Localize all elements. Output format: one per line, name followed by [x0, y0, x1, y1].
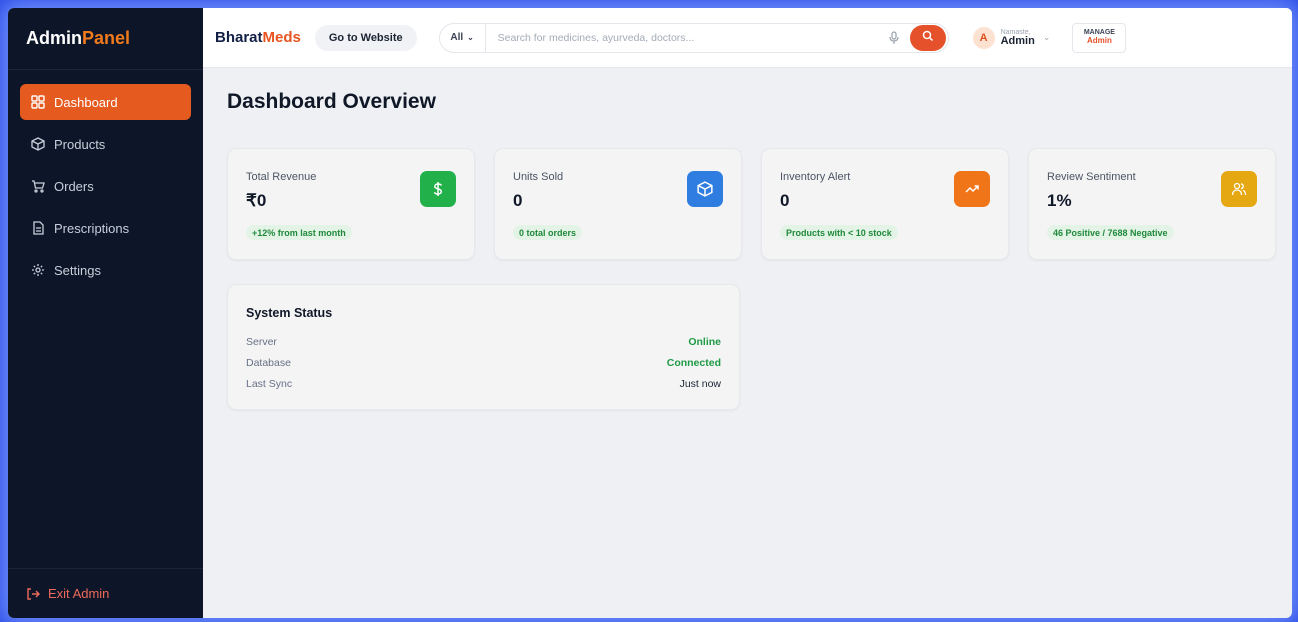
exit-admin-label: Exit Admin [48, 586, 110, 601]
stat-card-inventory-alert: Inventory Alert 0 Products with < 10 sto… [761, 148, 1009, 260]
users-icon [1221, 171, 1257, 207]
brand-main: Bharat [215, 29, 263, 46]
chevron-down-icon: ⌄ [467, 33, 474, 42]
logout-icon [26, 587, 40, 601]
system-status-title: System Status [246, 306, 333, 320]
chevron-down-icon: ⌄ [1042, 32, 1051, 42]
trend-up-icon [954, 171, 990, 207]
status-key: Last Sync [246, 378, 293, 390]
stat-label: Inventory Alert [780, 171, 851, 183]
stat-card-revenue: Total Revenue ₹0 +12% from last month [227, 148, 475, 260]
manage-admin-label: Admin [1086, 35, 1112, 45]
sidebar-item-label: Dashboard [54, 94, 118, 110]
brand-main: Admin [26, 28, 82, 48]
avatar: A [972, 26, 995, 49]
cart-icon [30, 178, 46, 194]
stat-value: 0 [513, 191, 523, 210]
status-value: Online [688, 336, 721, 348]
grid-icon [30, 94, 46, 110]
page-title: Dashboard Overview [227, 90, 436, 113]
sidebar-item-prescriptions[interactable]: Prescriptions [20, 210, 191, 246]
status-row-server: Server Online [246, 336, 721, 350]
sidebar-item-products[interactable]: Products [20, 126, 191, 162]
microphone-icon[interactable] [884, 30, 904, 45]
box-icon [687, 171, 723, 207]
app-window: Admin Panel Dashboard Products Orders Pr… [8, 8, 1292, 618]
stat-badge: 0 total orders [513, 225, 583, 240]
sidebar-item-dashboard[interactable]: Dashboard [20, 84, 191, 120]
stat-label: Units Sold [513, 171, 564, 183]
document-icon [30, 220, 46, 236]
status-row-database: Database Connected [246, 357, 721, 371]
stat-card-review-sentiment: Review Sentiment 1% 46 Positive / 7688 N… [1028, 148, 1276, 260]
stat-badge: +12% from last month [246, 225, 352, 240]
stat-label: Review Sentiment [1047, 171, 1136, 183]
user-menu[interactable]: A Namaste, Admin ⌄ [972, 26, 1051, 49]
sidebar-item-label: Products [54, 136, 106, 152]
status-key: Server [246, 336, 277, 348]
search-category-select[interactable]: All ⌄ [440, 23, 486, 52]
system-status-card: System Status Server Online Database Con… [227, 284, 740, 410]
sidebar-item-label: Prescriptions [54, 220, 130, 236]
bharatmeds-logo[interactable]: BharatMeds [215, 29, 301, 46]
sidebar: Admin Panel Dashboard Products Orders Pr… [8, 8, 203, 618]
manage-admin-button[interactable]: MANAGE Admin [1072, 22, 1127, 53]
sidebar-item-orders[interactable]: Orders [20, 168, 191, 204]
stat-badge: 46 Positive / 7688 Negative [1047, 225, 1174, 240]
dollar-icon [420, 171, 456, 207]
sidebar-nav: Dashboard Products Orders Prescriptions [8, 70, 203, 288]
search-bar: All ⌄ [438, 22, 949, 53]
sidebar-item-settings[interactable]: Settings [20, 252, 191, 288]
user-name: Admin [1000, 34, 1035, 47]
stat-card-units-sold: Units Sold 0 0 total orders [494, 148, 742, 260]
brand-accent: Panel [82, 28, 131, 48]
stat-value: ₹0 [246, 191, 267, 210]
stat-label: Total Revenue [246, 171, 317, 183]
main-content: Dashboard Overview Total Revenue ₹0 +12%… [203, 68, 1292, 618]
sidebar-item-label: Settings [54, 262, 101, 278]
search-button[interactable] [909, 24, 946, 51]
search-category-label: All [450, 32, 464, 43]
top-bar: BharatMeds Go to Website All ⌄ A Namaste… [203, 8, 1292, 68]
search-input[interactable] [485, 31, 884, 44]
user-info: Namaste, Admin [1001, 29, 1035, 47]
gear-icon [30, 262, 46, 278]
status-value: Just now [679, 378, 721, 390]
status-value: Connected [666, 357, 721, 369]
brand-accent: Meds [262, 29, 301, 46]
stat-badge: Products with < 10 stock [780, 225, 898, 240]
status-row-last-sync: Last Sync Just now [246, 378, 721, 392]
box-icon [30, 136, 46, 152]
admin-panel-logo[interactable]: Admin Panel [8, 8, 203, 70]
search-icon [922, 29, 934, 47]
go-to-website-button[interactable]: Go to Website [314, 24, 417, 51]
stat-value: 1% [1047, 191, 1072, 210]
status-key: Database [246, 357, 291, 369]
exit-admin-button[interactable]: Exit Admin [8, 568, 203, 618]
sidebar-item-label: Orders [54, 178, 94, 194]
stat-value: 0 [780, 191, 790, 210]
